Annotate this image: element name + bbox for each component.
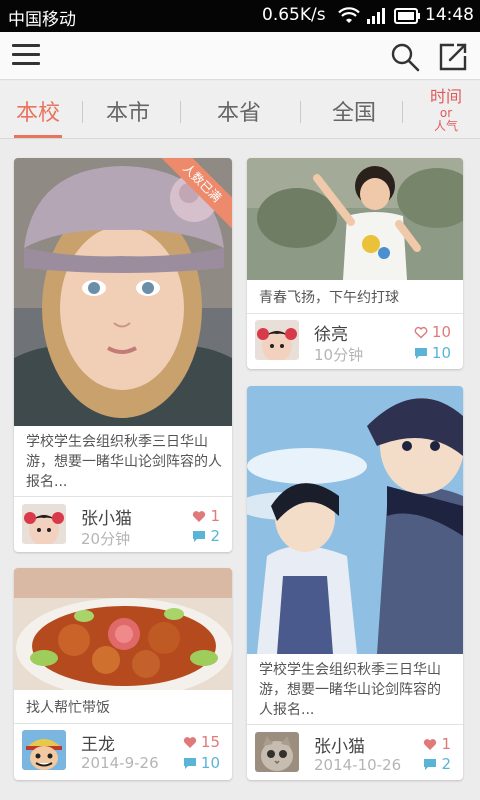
like-count[interactable]: 15 [183,733,220,751]
post-card[interactable]: 学校学生会组织秋季三日华山游，想要一睹华山论剑阵容的人报名... 张小猫 201… [247,386,463,780]
card-divider [247,313,463,314]
like-value: 1 [210,507,220,525]
comment-icon [424,758,437,770]
comment-icon [193,530,206,542]
tab-divider [300,101,301,123]
heart-outline-icon [414,326,428,338]
tab-divider [82,101,83,123]
clock: 14:48 [425,5,474,25]
compose-icon[interactable] [438,42,468,72]
active-tab-indicator [14,135,62,138]
post-caption: 青春飞扬，下午约打球 [259,290,399,306]
post-image [14,568,232,690]
post-image [247,158,463,280]
user-name[interactable]: 徐亮 [314,320,348,345]
comment-count[interactable]: 2 [192,527,220,545]
post-time: 10分钟 [314,346,364,364]
comment-icon [414,347,427,359]
comment-value: 10 [200,754,220,772]
post-card[interactable]: 青春飞扬，下午约打球 徐亮 10分钟 10 10 [247,158,463,369]
post-time: 20分钟 [81,530,131,548]
signal-icon [367,8,385,24]
sort-or: or [439,106,453,120]
post-time: 2014-10-26 [314,756,402,774]
wifi-icon [338,7,360,23]
like-count[interactable]: 1 [192,507,220,525]
status-bar: 中国移动 0.65K/s 14:48 [0,0,480,32]
tab-divider [402,101,403,123]
sort-toggle[interactable]: 时间 or 人气 [420,87,472,133]
like-count[interactable]: 1 [423,735,451,753]
comment-value: 2 [210,527,220,545]
scope-tabs: 本校 本市 本省 全国 时间 or 人气 [0,81,480,139]
comment-icon [183,757,196,769]
post-caption: 找人帮忙带饭 [26,700,110,716]
app-bar [0,32,480,80]
user-name[interactable]: 张小猫 [314,732,365,757]
post-time: 2014-9-26 [81,754,159,772]
heart-icon [424,738,437,750]
tab-province[interactable]: 本省 [213,95,265,127]
like-value: 15 [200,733,220,751]
post-image: 人数已满 [14,158,232,426]
post-image [247,386,463,654]
comment-value: 10 [431,344,451,362]
post-card[interactable]: 找人帮忙带饭 王龙 2014-9-26 15 10 [14,568,232,780]
tab-school[interactable]: 本校 [14,95,62,127]
comment-count[interactable]: 2 [423,755,451,773]
post-caption: 学校学生会组织秋季三日华山游，想要一睹华山论剑阵容的人报名... [26,434,222,490]
heart-icon [193,510,206,522]
tab-divider [180,101,181,123]
user-name[interactable]: 王龙 [81,730,115,755]
card-divider [14,723,232,724]
card-divider [14,496,232,497]
sort-option-popularity: 人气 [433,119,458,133]
menu-icon [12,44,40,47]
like-value: 1 [441,735,451,753]
sort-option-time: 时间 [429,87,462,106]
battery-icon [394,8,420,24]
menu-button[interactable] [12,44,40,68]
user-name[interactable]: 张小猫 [81,504,132,529]
tab-city[interactable]: 本市 [102,95,154,127]
like-value: 10 [431,323,451,341]
network-speed: 0.65K/s [262,5,326,25]
avatar[interactable] [22,504,66,544]
comment-value: 2 [441,755,451,773]
search-icon[interactable] [390,42,420,72]
avatar[interactable] [22,730,66,770]
like-count[interactable]: 10 [414,323,451,341]
heart-icon [183,736,197,748]
avatar[interactable] [255,732,299,772]
post-caption: 学校学生会组织秋季三日华山游，想要一睹华山论剑阵容的人报名... [259,662,441,718]
tab-nation[interactable]: 全国 [328,95,380,127]
card-divider [247,724,463,725]
avatar[interactable] [255,320,299,360]
carrier-name: 中国移动 [8,10,76,30]
post-card[interactable]: 人数已满 学校学生会组织秋季三日华山游，想要一睹华山论剑阵容的人报名... 张小… [14,158,232,552]
comment-count[interactable]: 10 [183,754,220,772]
comment-count[interactable]: 10 [414,344,451,362]
